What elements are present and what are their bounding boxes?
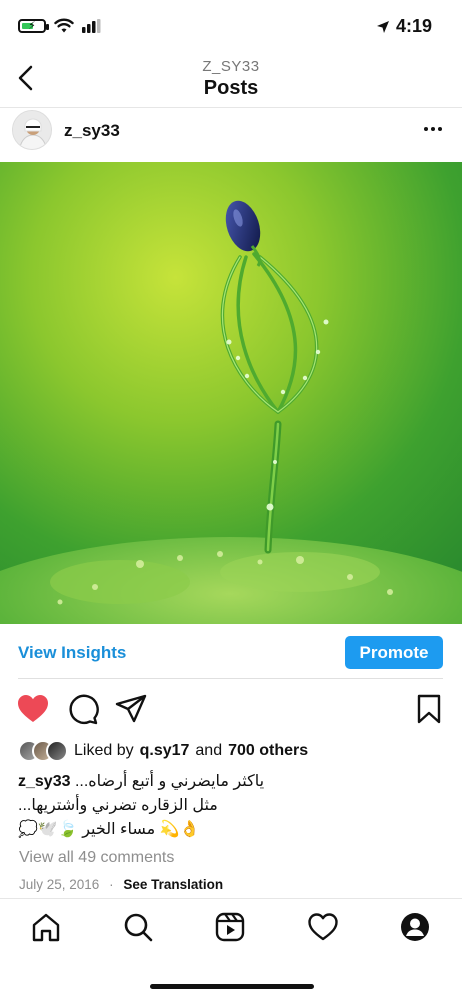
post-header: z_sy33 — [0, 108, 462, 162]
caption-text-3: 👌💫 مساء الخير 🍃🕊️💭 — [18, 821, 200, 838]
post-image[interactable] — [0, 162, 462, 624]
likes-user[interactable]: q.sy17 — [140, 742, 190, 760]
wifi-icon — [54, 18, 74, 33]
likes-mid: and — [195, 742, 223, 759]
liker-avatars — [18, 740, 68, 762]
likes-prefix: Liked by — [74, 742, 134, 759]
avatar[interactable] — [12, 110, 52, 150]
promote-button[interactable]: Promote — [345, 636, 443, 669]
caption-line-1: z_sy33 ياكثر مايضرني و أتبع أرضاه... — [18, 770, 438, 794]
status-right: 4:19 — [376, 16, 432, 37]
view-insights-link[interactable]: View Insights — [18, 643, 126, 663]
reels-icon[interactable] — [214, 911, 246, 943]
share-icon[interactable] — [114, 692, 148, 726]
home-indicator — [150, 984, 314, 989]
heart-filled-icon[interactable] — [16, 692, 50, 726]
likes-summary[interactable]: Liked by q.sy17 and 700 others — [18, 738, 308, 764]
cellular-signal-icon — [82, 19, 101, 33]
liker-avatar — [46, 740, 68, 762]
divider — [18, 678, 443, 679]
location-arrow-icon — [376, 20, 389, 33]
tab-bar — [0, 898, 462, 958]
profile-icon[interactable] — [399, 911, 431, 943]
likes-others[interactable]: 700 others — [228, 742, 308, 760]
bookmark-icon[interactable] — [412, 692, 446, 726]
caption-text-2: مثل الزقاره تضرني وأشتريها... — [18, 797, 218, 814]
home-icon[interactable] — [30, 911, 62, 943]
status-time: 4:19 — [395, 16, 432, 36]
status-left: ⚡ — [18, 18, 102, 34]
nav-header: Z_SY33 Posts — [0, 56, 462, 108]
post-date: July 25, 2016 — [19, 877, 100, 892]
view-comments-link[interactable]: View all 49 comments — [19, 849, 174, 867]
meta-separator: · — [109, 877, 114, 892]
search-icon[interactable] — [122, 911, 154, 943]
post-actions — [0, 690, 462, 728]
page-title: Posts — [203, 77, 259, 99]
caption-username[interactable]: z_sy33 — [18, 773, 71, 790]
post-username[interactable]: z_sy33 — [64, 121, 120, 141]
battery-charging-icon: ⚡ — [18, 19, 49, 33]
activity-heart-icon[interactable] — [307, 911, 339, 943]
post-meta: July 25, 2016 · See Translation — [19, 877, 223, 892]
post-caption: z_sy33 ياكثر مايضرني و أتبع أرضاه... مثل… — [18, 770, 438, 842]
caption-text-1: ياكثر مايضرني و أتبع أرضاه... — [74, 773, 265, 790]
header-username: Z_SY33 — [202, 58, 260, 75]
more-options-icon[interactable] — [422, 122, 444, 136]
status-bar: ⚡ 4:19 — [0, 0, 462, 56]
insights-bar: View Insights Promote — [0, 624, 462, 680]
comment-icon[interactable] — [65, 692, 99, 726]
see-translation-link[interactable]: See Translation — [123, 877, 223, 892]
